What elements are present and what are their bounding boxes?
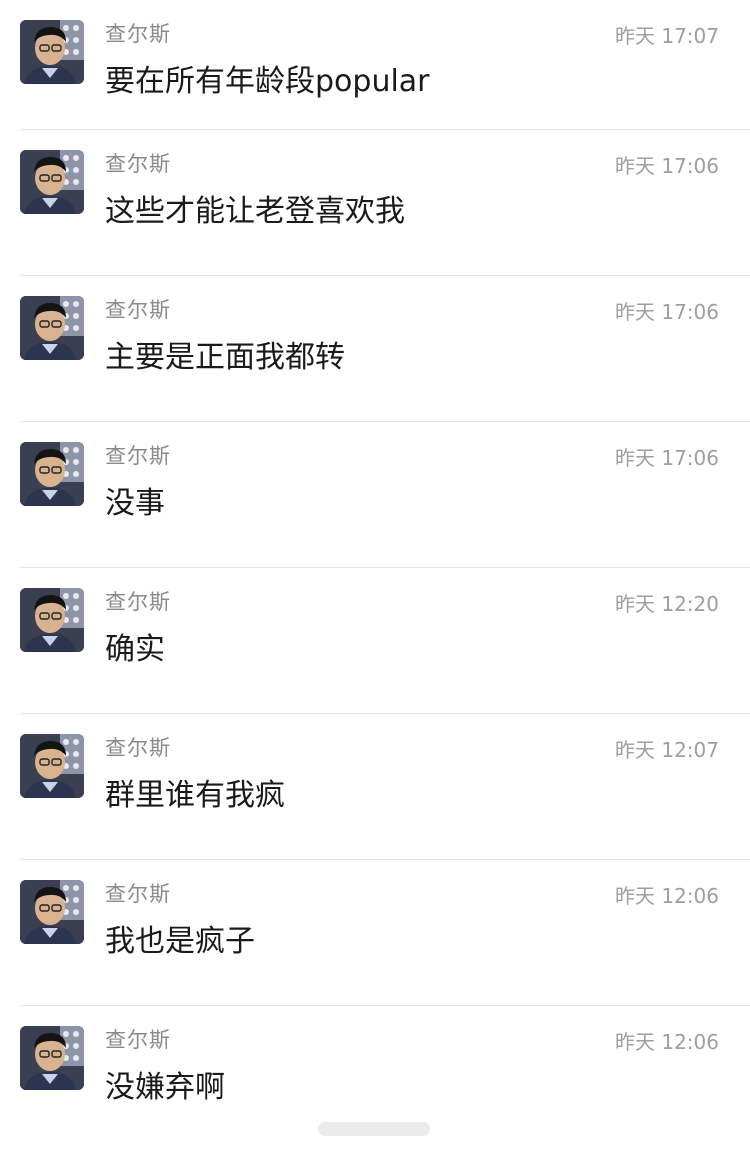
- avatar[interactable]: [20, 20, 84, 84]
- message-time: 昨天 17:06: [615, 300, 719, 324]
- avatar[interactable]: [20, 150, 84, 214]
- sender-name: 查尔斯: [105, 590, 171, 614]
- message-text: 主要是正面我都转: [105, 340, 345, 375]
- avatar[interactable]: [20, 588, 84, 652]
- message-item[interactable]: 查尔斯 昨天 17:06 主要是正面我都转: [0, 276, 750, 422]
- sender-name: 查尔斯: [105, 152, 171, 176]
- user-avatar-icon: [20, 20, 84, 84]
- message-item[interactable]: 查尔斯 昨天 17:06 这些才能让老登喜欢我: [0, 130, 750, 276]
- message-text: 我也是疯子: [105, 924, 255, 959]
- message-time: 昨天 12:07: [615, 738, 719, 762]
- message-list: 查尔斯 昨天 17:07 要在所有年龄段popular 查尔斯 昨天 17:06…: [0, 0, 750, 1152]
- user-avatar-icon: [20, 880, 84, 944]
- user-avatar-icon: [20, 734, 84, 798]
- avatar[interactable]: [20, 1026, 84, 1090]
- message-time: 昨天 17:07: [615, 24, 719, 48]
- message-text: 没事: [105, 486, 165, 521]
- sender-name: 查尔斯: [105, 882, 171, 906]
- user-avatar-icon: [20, 1026, 84, 1090]
- user-avatar-icon: [20, 442, 84, 506]
- user-avatar-icon: [20, 296, 84, 360]
- message-item[interactable]: 查尔斯 昨天 12:07 群里谁有我疯: [0, 714, 750, 860]
- avatar[interactable]: [20, 296, 84, 360]
- sender-name: 查尔斯: [105, 736, 171, 760]
- avatar[interactable]: [20, 734, 84, 798]
- message-time: 昨天 12:06: [615, 884, 719, 908]
- user-avatar-icon: [20, 150, 84, 214]
- sender-name: 查尔斯: [105, 22, 171, 46]
- home-indicator[interactable]: [318, 1122, 430, 1136]
- message-item[interactable]: 查尔斯 昨天 12:20 确实: [0, 568, 750, 714]
- avatar[interactable]: [20, 880, 84, 944]
- message-text: 群里谁有我疯: [105, 778, 285, 813]
- message-item[interactable]: 查尔斯 昨天 17:07 要在所有年龄段popular: [0, 0, 750, 130]
- sender-name: 查尔斯: [105, 298, 171, 322]
- message-text: 没嫌弃啊: [105, 1070, 225, 1105]
- message-text: 确实: [105, 632, 165, 667]
- message-time: 昨天 12:06: [615, 1030, 719, 1054]
- message-time: 昨天 17:06: [615, 154, 719, 178]
- message-time: 昨天 17:06: [615, 446, 719, 470]
- avatar[interactable]: [20, 442, 84, 506]
- message-time: 昨天 12:20: [615, 592, 719, 616]
- message-item[interactable]: 查尔斯 昨天 12:06 我也是疯子: [0, 860, 750, 1006]
- message-text: 这些才能让老登喜欢我: [105, 194, 405, 229]
- message-item[interactable]: 查尔斯 昨天 17:06 没事: [0, 422, 750, 568]
- user-avatar-icon: [20, 588, 84, 652]
- sender-name: 查尔斯: [105, 444, 171, 468]
- message-text: 要在所有年龄段popular: [105, 64, 430, 99]
- sender-name: 查尔斯: [105, 1028, 171, 1052]
